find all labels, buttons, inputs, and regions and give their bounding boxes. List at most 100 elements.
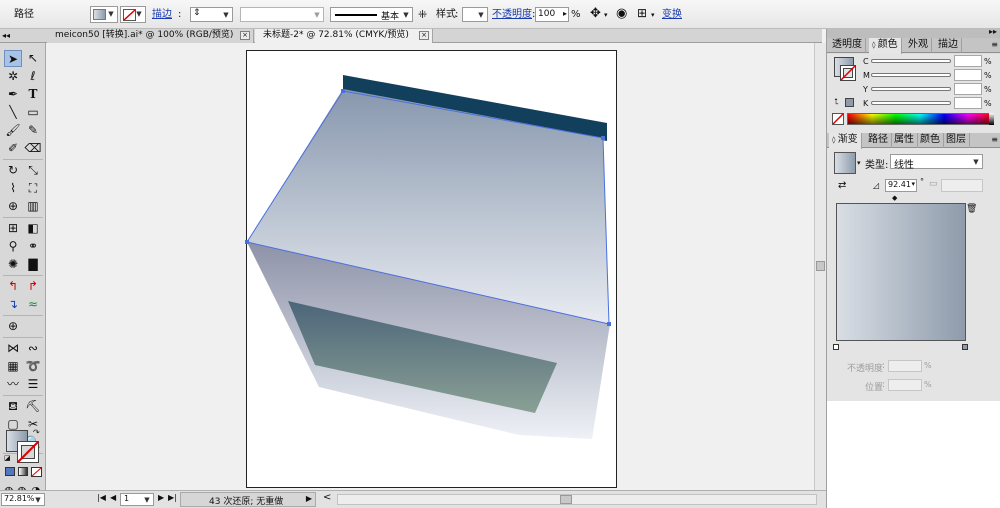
stepper-icon[interactable]: ⇕	[193, 8, 201, 18]
default-colors-icon[interactable]: ◪	[4, 454, 11, 462]
close-icon[interactable]: ×	[419, 31, 429, 40]
convert-anchor-point-icon[interactable]: ↱	[24, 278, 42, 295]
stroke-color-dropdown[interactable]: ▼	[120, 6, 146, 23]
line-tool-icon[interactable]: ╲	[4, 104, 22, 121]
tab-transparency[interactable]: 透明度	[829, 38, 866, 53]
scroll-left-arrow[interactable]: <	[323, 492, 331, 503]
variable-width-dropdown[interactable]: ▼	[240, 7, 324, 22]
angle-field[interactable]: 92.41 ▾	[885, 179, 917, 192]
tab-pathfinder[interactable]: 路径	[865, 133, 892, 148]
zoom-dropdown[interactable]: 72.81% ▼	[1, 493, 45, 506]
tab-layers[interactable]: 图层	[943, 133, 970, 148]
none-color-icon[interactable]	[832, 113, 844, 125]
symbol-sprayer-tool-icon[interactable]: ✺	[4, 256, 22, 273]
panel-menu-icon[interactable]: ≡	[991, 135, 998, 144]
paintbrush-tool-icon[interactable]: 🖌	[4, 122, 22, 139]
column-graph-tool-icon[interactable]: ▇	[24, 256, 42, 273]
stroke-weight-field[interactable]: ⇕ ▼	[190, 7, 233, 22]
magic-wand-tool-icon[interactable]: ✲	[4, 68, 22, 85]
gradient-mode-icon[interactable]	[18, 467, 28, 476]
fill-color-dropdown[interactable]: ▼	[90, 6, 118, 23]
eyedropper-tool-icon[interactable]: ⚲	[4, 238, 22, 255]
prev-artboard-button[interactable]: ◀	[110, 493, 116, 502]
panel-stroke-none-icon[interactable]	[840, 65, 856, 81]
channel-k-slider[interactable]	[871, 101, 951, 105]
rectangle-tool-icon[interactable]: ▭	[24, 104, 42, 121]
channel-y-field[interactable]	[954, 83, 982, 95]
last-artboard-button[interactable]: ▶|	[168, 493, 177, 502]
chevron-down-icon[interactable]: ▾	[604, 11, 608, 19]
gradient-ramp[interactable]	[836, 203, 966, 341]
tab-document-1[interactable]: meicon50 [转换].ai* @ 100% (RGB/预览) ×	[47, 29, 254, 43]
tab-gradient[interactable]: ◊ 渐变	[829, 133, 862, 149]
twirl-tool-icon[interactable]: ➰	[24, 358, 42, 375]
blend-tool-icon[interactable]: ⚭	[24, 238, 42, 255]
tab-appearance[interactable]: 外观	[905, 38, 932, 53]
free-transform-tool-icon[interactable]: ⛶	[24, 180, 42, 197]
color-spectrum-bar[interactable]	[847, 113, 993, 125]
next-artboard-button[interactable]: ▶	[158, 493, 164, 502]
opacity-link[interactable]: 不透明度	[492, 9, 532, 21]
graphic-style-dropdown[interactable]: ▼	[462, 7, 488, 22]
isolate-object-icon[interactable]: ◉	[616, 6, 627, 21]
play-icon[interactable]: ▶	[306, 494, 312, 503]
align-icon[interactable]: ⁜	[418, 8, 427, 21]
midpoint-diamond-icon[interactable]: ◆	[892, 194, 897, 202]
width-tool-icon[interactable]: ⋈	[4, 340, 22, 357]
opacity-field[interactable]: 100 ▸	[535, 7, 569, 22]
scroll-thumb[interactable]	[816, 261, 825, 271]
channel-m-slider[interactable]	[871, 73, 951, 77]
out-of-gamut-icon[interactable]: ⮤	[834, 97, 839, 107]
delete-stop-icon[interactable]: 🗑	[966, 204, 977, 214]
chevron-right-icon[interactable]: ▸	[563, 9, 567, 18]
collapse-panels-icon[interactable]: ▸▸	[989, 27, 997, 36]
last-color-swatch[interactable]	[845, 98, 854, 107]
eraser-tool-icon[interactable]: ⌫	[24, 140, 42, 157]
stroke-link[interactable]: 描边	[152, 9, 172, 21]
target-icon[interactable]: ⊕	[4, 318, 22, 335]
channel-m-field[interactable]	[954, 69, 982, 81]
chevron-down-icon[interactable]: ▾	[857, 159, 861, 167]
first-artboard-button[interactable]: |◀	[97, 493, 106, 502]
zigzag-icon[interactable]: 〰	[4, 376, 22, 393]
type-tool-icon[interactable]: T	[24, 86, 42, 103]
gradient-stop-right[interactable]	[962, 344, 968, 350]
tab-attributes[interactable]: 属性	[891, 133, 918, 148]
add-anchor-point-icon[interactable]: ↰	[4, 278, 22, 295]
artwork-svg[interactable]	[47, 43, 814, 490]
vertical-scrollbar[interactable]	[814, 43, 826, 490]
tab-color[interactable]: ◊ 颜色	[869, 38, 902, 54]
perspective-grid-tool-icon[interactable]: ▥	[24, 198, 42, 215]
live-paint-selection-icon[interactable]: ⛏	[24, 398, 42, 415]
gradient-type-dropdown[interactable]: 线性 ▼	[890, 154, 983, 171]
gradient-stop-left[interactable]	[833, 344, 839, 350]
black-white-swatch[interactable]	[989, 113, 994, 125]
mesh-tool-icon[interactable]: ⊞	[4, 220, 22, 237]
gradient-tool-icon[interactable]: ◧	[24, 220, 42, 237]
channel-c-field[interactable]	[954, 55, 982, 67]
rotate-tool-icon[interactable]: ↻	[4, 162, 22, 179]
direct-selection-tool-icon[interactable]: ↖	[24, 50, 42, 67]
blob-brush-tool-icon[interactable]: ✐	[4, 140, 22, 157]
warp-tool-icon[interactable]: ⌇	[4, 180, 22, 197]
channel-c-slider[interactable]	[871, 59, 951, 63]
anchor-point[interactable]	[607, 322, 611, 326]
collapse-toolbox-icon[interactable]: ◂◂	[2, 29, 10, 42]
swap-fill-stroke-icon[interactable]: ↷	[33, 428, 40, 437]
transform-link[interactable]: 变换	[662, 9, 682, 21]
color-mode-icon[interactable]	[5, 467, 15, 476]
brush-definition-dropdown[interactable]: 基本 ▼	[330, 7, 413, 22]
anchor-point[interactable]	[601, 136, 605, 140]
chevron-down-icon[interactable]: ▾	[651, 11, 655, 19]
selection-tool-icon[interactable]: ➤	[4, 50, 22, 67]
channel-k-field[interactable]	[954, 97, 982, 109]
scale-tool-icon[interactable]: ⤡	[24, 162, 42, 179]
canvas-area[interactable]	[47, 43, 814, 490]
panel-menu-icon[interactable]: ≡	[991, 40, 998, 49]
tab-document-2[interactable]: 未标题-2* @ 72.81% (CMYK/预览) ×	[255, 29, 433, 43]
anchor-point[interactable]	[245, 240, 249, 244]
artboard-dropdown[interactable]: 1 ▼	[120, 493, 154, 506]
tab-colors[interactable]: 颜色	[917, 133, 944, 148]
reference-point-icon[interactable]: ⊞	[637, 6, 647, 20]
smooth-path-icon[interactable]: ≈	[24, 296, 42, 313]
